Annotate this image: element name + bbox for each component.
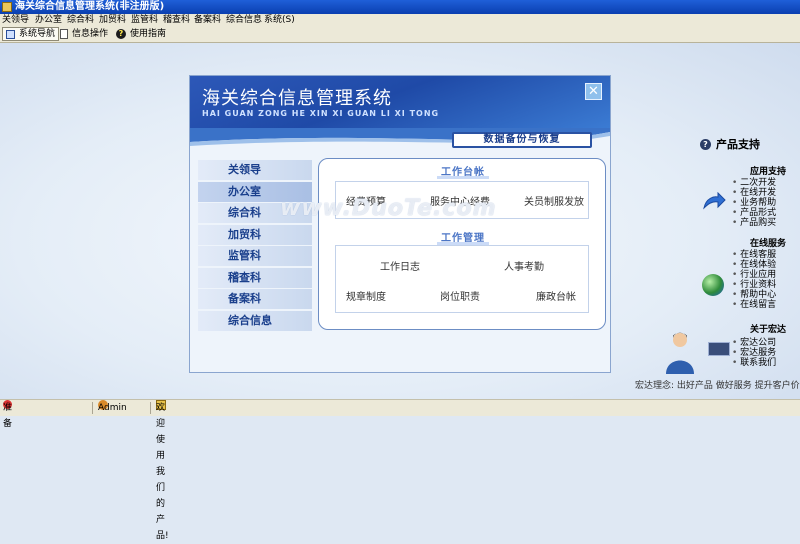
office-content: 工作台帐 经费预算 服务中心经费 关员制服发放 工作管理 工作日志 人事考勤 规… [318, 158, 606, 330]
menu-item-processing[interactable]: 加贸科 [99, 14, 126, 26]
online-service-item[interactable]: 在线留言 [732, 300, 776, 310]
watermark-text: www.DuoTe.com [280, 196, 497, 221]
app-support-item[interactable]: 产品形式 [732, 208, 776, 218]
panel-header: 海关综合信息管理系统 HAI GUAN ZONG HE XIN XI GUAN … [190, 76, 610, 128]
laptop-icon [708, 342, 730, 356]
ledger-item-uniform[interactable]: 关员制服发放 [524, 193, 584, 208]
status-bar: 准备 Admin 欢迎使用我们的产品! [0, 399, 800, 541]
panel-nav: 关领导 办公室 综合科 加贸科 监管科 稽查科 备案科 综合信息 [198, 160, 312, 332]
menu-bar: 关领导 办公室 综合科 加贸科 监管科 稽查科 备案科 综合信息 系统(S) [0, 14, 800, 26]
nav-item-inspection[interactable]: 稽查科 [198, 267, 312, 288]
nav-item-records[interactable]: 备案科 [198, 289, 312, 309]
menu-item-system[interactable]: 系统(S) [264, 14, 295, 26]
nav-item-processing[interactable]: 加贸科 [198, 224, 312, 245]
online-service-item[interactable]: 在线体验 [732, 260, 776, 270]
about-item[interactable]: 联系我们 [732, 358, 776, 368]
app-support-list: 二次开发 在线开发 业务帮助 产品形式 产品购买 [732, 178, 776, 228]
menu-item-office[interactable]: 办公室 [35, 14, 62, 26]
info-operation-label: 信息操作 [72, 29, 109, 39]
close-icon[interactable]: ✕ [585, 83, 602, 100]
app-icon [2, 2, 12, 12]
info-operation-button[interactable]: 信息操作 [60, 27, 108, 41]
menu-item-leader[interactable]: 关领导 [2, 14, 29, 26]
support-title: 产品支持 [716, 138, 760, 151]
nav-tab-button[interactable]: 系统导航 [2, 27, 60, 41]
help-icon: ? [700, 138, 711, 150]
online-service-list: 在线客服 在线体验 行业应用 行业资料 帮助中心 在线留言 [732, 250, 776, 310]
nav-tab-label: 系统导航 [19, 29, 56, 39]
help-icon: ? [116, 29, 126, 39]
menu-item-general[interactable]: 综合科 [67, 14, 94, 26]
status-divider [150, 402, 151, 414]
status-ready-label: 准备 [3, 403, 13, 429]
app-support-item[interactable]: 二次开发 [732, 178, 776, 188]
company-slogan: 宏达理念: 出好产品 做好服务 提升客户价值 [635, 381, 800, 391]
backup-restore-button[interactable]: 数据备份与恢复 [452, 132, 592, 148]
support-header: ? 产品支持 [700, 136, 760, 152]
nav-item-leader[interactable]: 关领导 [198, 160, 312, 180]
about-item[interactable]: 宏达服务 [732, 348, 776, 358]
user-guide-label: 使用指南 [130, 29, 167, 39]
nav-item-info[interactable]: 综合信息 [198, 310, 312, 331]
online-service-title: 在线服务 [750, 239, 787, 249]
page-icon [60, 29, 68, 39]
person-illustration-icon [666, 332, 694, 374]
management-item-integrity[interactable]: 廉政台帐 [536, 288, 576, 303]
management-section-title: 工作管理 [437, 229, 489, 245]
ledger-section-title: 工作台帐 [437, 163, 489, 179]
toolbar: 系统导航 信息操作 ? 使用指南 [0, 26, 800, 43]
management-item-worklog[interactable]: 工作日志 [380, 258, 420, 273]
menu-item-supervision[interactable]: 监管科 [131, 14, 158, 26]
online-service-item[interactable]: 行业应用 [732, 270, 776, 280]
management-item-attendance[interactable]: 人事考勤 [504, 258, 544, 273]
title-bar: 海关综合信息管理系统(非注册版) [0, 0, 800, 14]
management-item-rules[interactable]: 规章制度 [346, 288, 386, 303]
user-guide-button[interactable]: ? 使用指南 [116, 27, 166, 41]
panel-title: 海关综合信息管理系统 [202, 88, 392, 109]
window-title: 海关综合信息管理系统(非注册版) [15, 1, 165, 12]
main-panel: 海关综合信息管理系统 HAI GUAN ZONG HE XIN XI GUAN … [190, 76, 610, 372]
globe-icon [702, 274, 724, 296]
online-service-item[interactable]: 在线客服 [732, 250, 776, 260]
online-service-item[interactable]: 帮助中心 [732, 290, 776, 300]
menu-item-info[interactable]: 综合信息 [226, 14, 262, 26]
menu-item-records[interactable]: 备案科 [194, 14, 221, 26]
nav-item-supervision[interactable]: 监管科 [198, 246, 312, 266]
app-support-item[interactable]: 产品购买 [732, 218, 776, 228]
status-divider [92, 402, 93, 414]
panel-subtitle: HAI GUAN ZONG HE XIN XI GUAN LI XI TONG [202, 109, 440, 118]
navigation-icon [6, 29, 15, 39]
about-title: 关于宏达 [750, 325, 787, 335]
online-service-item[interactable]: 行业资料 [732, 280, 776, 290]
menu-item-inspection[interactable]: 稽查科 [163, 14, 190, 26]
arrow-icon [703, 192, 726, 210]
app-support-item[interactable]: 业务帮助 [732, 198, 776, 208]
about-item[interactable]: 宏达公司 [732, 338, 776, 348]
status-welcome-label: 欢迎使用我们的产品! [156, 403, 169, 541]
app-support-title: 应用支持 [750, 167, 787, 177]
about-list: 宏达公司 宏达服务 联系我们 [732, 338, 776, 368]
status-user-label: Admin [98, 403, 127, 413]
management-box: 工作日志 人事考勤 规章制度 岗位职责 廉政台帐 [335, 245, 589, 313]
app-support-item[interactable]: 在线开发 [732, 188, 776, 198]
management-item-duties[interactable]: 岗位职责 [440, 288, 480, 303]
